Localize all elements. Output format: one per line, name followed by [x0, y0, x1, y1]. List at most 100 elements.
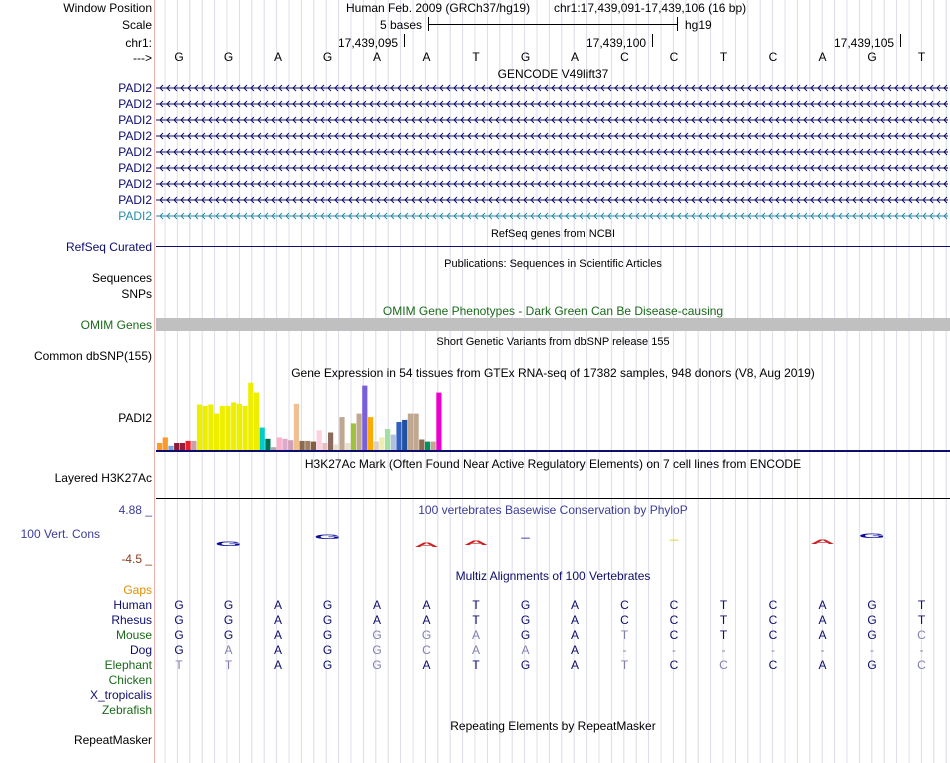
gtex-tissue-bar[interactable] [345, 443, 351, 450]
repeatmasker-track-label[interactable]: RepeatMasker [74, 733, 152, 747]
gencode-transcript-label[interactable]: PADI2 [118, 97, 152, 111]
gtex-tissue-bar[interactable] [350, 423, 356, 450]
gtex-tissue-bar[interactable] [219, 405, 225, 450]
gtex-tissue-bar[interactable] [310, 441, 317, 450]
gtex-bar-chart[interactable] [156, 380, 950, 454]
gtex-tissue-bar[interactable] [168, 445, 174, 450]
gtex-tissue-bar[interactable] [322, 443, 328, 450]
gtex-tissue-bar[interactable] [288, 440, 294, 450]
multiz-species-label[interactable]: Rhesus [111, 613, 152, 627]
gtex-tissue-bar[interactable] [185, 440, 191, 450]
gtex-tissue-bar[interactable] [231, 402, 237, 450]
gencode-transcript-label[interactable]: PADI2 [118, 161, 152, 175]
gtex-tissue-bar[interactable] [253, 392, 260, 450]
gtex-tissue-bar[interactable] [299, 440, 305, 450]
gtex-tissue-bar[interactable] [282, 438, 288, 450]
gtex-tissue-bar[interactable] [316, 430, 322, 450]
multiz-species-label[interactable]: Mouse [116, 628, 152, 642]
alignment-base: C [768, 598, 778, 612]
gencode-transcript-line[interactable] [156, 99, 948, 109]
h3k27ac-track-title[interactable]: H3K27Ac Mark (Often Found Near Active Re… [156, 457, 950, 471]
omim-track-label[interactable]: OMIM Genes [81, 318, 152, 332]
gtex-tissue-bar[interactable] [242, 405, 248, 450]
gtex-tissue-bar[interactable] [191, 440, 197, 450]
gencode-transcript-line[interactable] [156, 131, 948, 141]
gencode-transcript-label[interactable]: PADI2 [118, 81, 152, 95]
gtex-tissue-bar[interactable] [379, 437, 385, 450]
gtex-tissue-bar[interactable] [214, 413, 220, 450]
gencode-transcript-line[interactable] [156, 195, 948, 205]
gtex-tissue-bar[interactable] [390, 434, 396, 450]
gencode-transcript-label[interactable]: PADI2 [118, 145, 152, 159]
gtex-tissue-bar[interactable] [413, 413, 419, 450]
gtex-tissue-bar[interactable] [248, 382, 254, 450]
gtex-tissue-bar[interactable] [208, 404, 214, 451]
gencode-transcript-line[interactable] [156, 211, 948, 221]
gtex-tissue-bar[interactable] [424, 441, 431, 450]
phylop-logo[interactable]: G G A A - - A G [156, 528, 950, 554]
multiz-species-label[interactable]: Chicken [109, 673, 152, 687]
gtex-tissue-bar[interactable] [419, 439, 425, 451]
gencode-transcript-line[interactable] [156, 115, 948, 125]
gtex-tissue-bar[interactable] [430, 441, 436, 450]
phylop-track-label[interactable]: 100 Vert. Cons [21, 527, 100, 541]
gtex-tissue-bar[interactable] [259, 427, 265, 450]
refseq-track-label[interactable]: RefSeq Curated [66, 240, 152, 254]
gtex-tissue-bar[interactable] [202, 405, 208, 450]
multiz-species-label[interactable]: Dog [130, 643, 152, 657]
gencode-transcript-line[interactable] [156, 83, 948, 93]
gtex-tissue-bar[interactable] [407, 413, 413, 450]
dbsnp-track-label[interactable]: Common dbSNP(155) [34, 349, 152, 363]
gtex-tissue-bar[interactable] [276, 437, 282, 450]
gtex-tissue-bar[interactable] [179, 443, 185, 450]
gtex-tissue-bar[interactable] [373, 441, 379, 450]
multiz-species-label[interactable]: X_tropicalis [90, 688, 152, 702]
multiz-species-label[interactable]: Human [113, 598, 152, 612]
gencode-transcript-label[interactable]: PADI2 [118, 129, 152, 143]
gtex-tissue-bar[interactable] [271, 447, 277, 450]
publications-label-snps[interactable]: SNPs [121, 287, 152, 301]
multiz-species-label[interactable]: Elephant [105, 658, 152, 672]
gtex-tissue-bar[interactable] [367, 417, 374, 450]
gtex-tissue-bar[interactable] [396, 422, 402, 450]
gencode-transcript-line[interactable] [156, 147, 948, 157]
gtex-tissue-bar[interactable] [333, 444, 339, 450]
gtex-tissue-bar[interactable] [385, 429, 391, 450]
gtex-tissue-bar[interactable] [162, 437, 168, 450]
gtex-tissue-bar[interactable] [265, 438, 271, 450]
gencode-transcript-line[interactable] [156, 179, 948, 189]
gtex-tissue-bar[interactable] [196, 404, 203, 451]
gtex-tissue-bar[interactable] [436, 392, 442, 450]
multiz-species-label[interactable]: Zebrafish [102, 703, 152, 717]
refseq-track-title[interactable]: RefSeq genes from NCBI [156, 227, 950, 241]
dbsnp-track-title[interactable]: Short Genetic Variants from dbSNP releas… [156, 335, 950, 349]
gtex-tissue-bar[interactable] [305, 440, 311, 450]
gtex-tissue-bar[interactable] [339, 417, 345, 450]
gtex-gene-label[interactable]: PADI2 [118, 411, 152, 425]
gencode-transcript-line[interactable] [156, 163, 948, 173]
repeatmasker-track-title[interactable]: Repeating Elements by RepeatMasker [156, 719, 950, 733]
gtex-tissue-bar[interactable] [402, 419, 408, 450]
h3k27ac-track-label[interactable]: Layered H3K27Ac [55, 471, 152, 485]
omim-track-title[interactable]: OMIM Gene Phenotypes - Dark Green Can Be… [156, 304, 950, 318]
gtex-tissue-bar[interactable] [174, 443, 180, 450]
gtex-tissue-bar[interactable] [328, 432, 334, 451]
gtex-tissue-bar[interactable] [225, 405, 231, 450]
gtex-tissue-bar[interactable] [293, 403, 299, 450]
gencode-transcript-label[interactable]: PADI2 [118, 113, 152, 127]
publications-track-title[interactable]: Publications: Sequences in Scientific Ar… [156, 257, 950, 271]
gencode-transcript-label[interactable]: PADI2 [118, 193, 152, 207]
gtex-tissue-bar[interactable] [157, 443, 163, 450]
gencode-track-title[interactable]: GENCODE V49lift37 [156, 67, 950, 81]
multiz-track-title[interactable]: Multiz Alignments of 100 Vertebrates [156, 569, 950, 583]
gtex-tissue-bar[interactable] [356, 413, 362, 450]
gtex-tissue-bar[interactable] [236, 403, 242, 450]
publications-label-sequences[interactable]: Sequences [92, 271, 152, 285]
omim-gene-bar[interactable] [156, 318, 950, 331]
gencode-transcript-label[interactable]: PADI2 [118, 177, 152, 191]
gencode-transcript-label[interactable]: PADI2 [118, 209, 152, 223]
phylop-track-title[interactable]: 100 vertebrates Basewise Conservation by… [156, 503, 950, 517]
gtex-track-title[interactable]: Gene Expression in 54 tissues from GTEx … [156, 366, 950, 380]
gtex-tissue-bar[interactable] [362, 385, 368, 450]
refseq-gene-line[interactable] [156, 246, 950, 247]
